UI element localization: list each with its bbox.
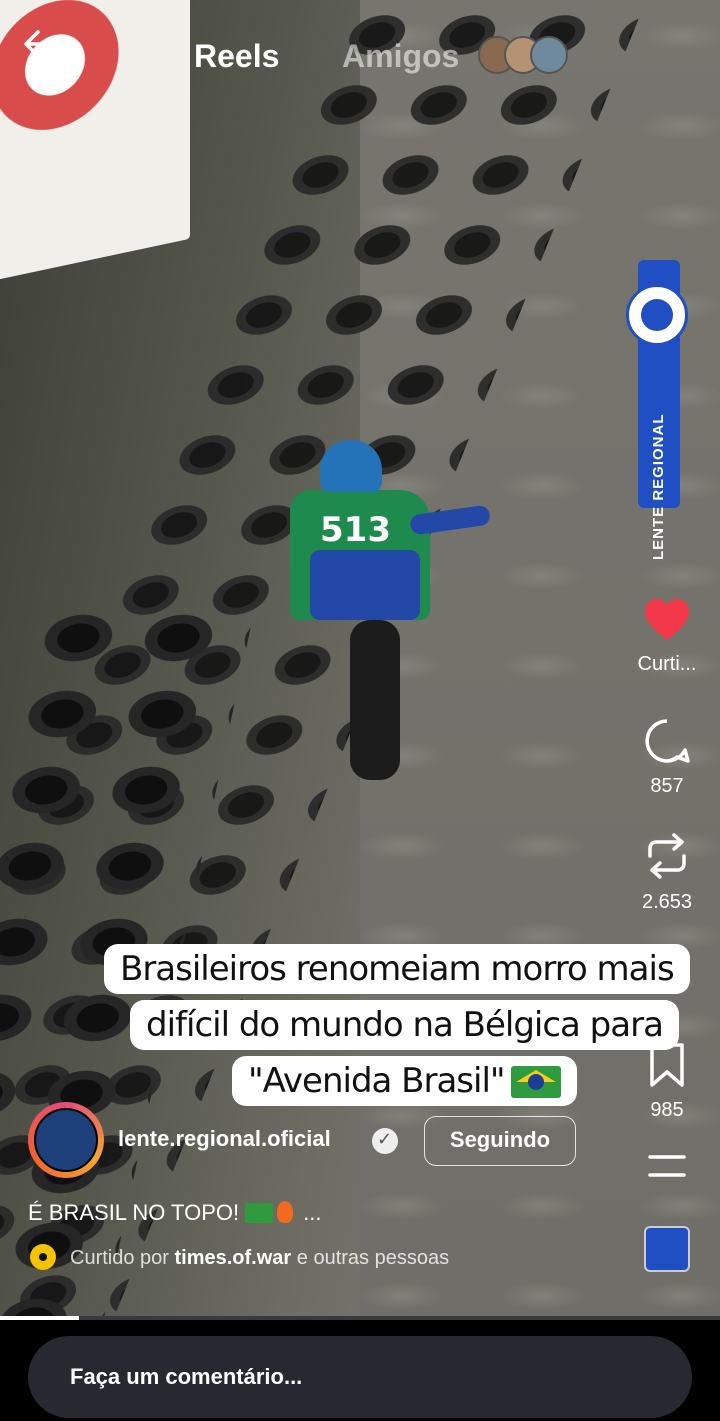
jersey-number: 513 [320, 510, 391, 550]
liked-by-prefix: Curtido por [70, 1247, 169, 1269]
motorcycle [350, 620, 400, 780]
comment-input[interactable] [28, 1336, 692, 1418]
comment-button[interactable]: 857 [622, 718, 712, 798]
comment-bar [0, 1320, 720, 1421]
friend-avatar [530, 36, 568, 74]
brazil-flag-icon [510, 1066, 561, 1098]
channel-watermark-text-wrap: LENTE REGIONAL [622, 360, 696, 560]
liked-by-row[interactable]: Curtido por times.of.war e outras pessoa… [30, 1244, 449, 1270]
rider-helmet [320, 440, 382, 492]
back-button[interactable] [22, 28, 62, 60]
like-label: Curti... [637, 653, 697, 675]
more-icon [648, 1155, 686, 1177]
post-description[interactable]: É BRASIL NO TOPO!... [28, 1200, 321, 1226]
fire-icon [277, 1201, 294, 1223]
like-button[interactable]: Curti... [622, 598, 712, 676]
verified-badge-icon [372, 1128, 398, 1154]
audio-thumbnail[interactable] [644, 1226, 690, 1272]
author-username[interactable]: lente.regional.oficial [118, 1126, 331, 1152]
arrow-left-icon [24, 30, 62, 58]
liked-by-suffix: e outras pessoas [296, 1247, 450, 1269]
wolf-logo-icon [626, 284, 688, 346]
caption-line-text: "Avenida Brasil" [248, 1061, 506, 1101]
rider-jersey-lower [310, 550, 420, 620]
caption-line: Brasileiros renomeiam morro mais [104, 944, 690, 994]
following-button[interactable]: Seguindo [424, 1116, 576, 1166]
description-more[interactable]: ... [303, 1200, 321, 1225]
more-options-button[interactable] [622, 1154, 712, 1183]
comment-bubble-icon [645, 719, 690, 763]
video-caption: Brasileiros renomeiam morro mais difícil… [104, 944, 690, 1106]
motorcycle-rider: 513 [290, 440, 492, 780]
caption-line-last: "Avenida Brasil" [232, 1056, 577, 1106]
author-avatar[interactable] [28, 1102, 104, 1178]
heart-filled-icon [645, 599, 689, 640]
liked-by-user[interactable]: times.of.war [175, 1247, 292, 1269]
brazil-flag-icon [245, 1203, 274, 1223]
radioactive-icon [30, 1244, 56, 1270]
tab-amigos[interactable]: Amigos [342, 38, 459, 75]
comment-count: 857 [650, 775, 684, 797]
repost-button[interactable]: 2.653 [622, 832, 712, 914]
reel-video[interactable]: 513 [0, 0, 720, 1318]
caption-line: difícil do mundo na Bélgica para [130, 1000, 679, 1050]
top-bar: Reels Amigos [0, 0, 720, 110]
tab-reels[interactable]: Reels [194, 38, 279, 75]
repost-count: 2.653 [641, 891, 693, 913]
channel-watermark-text: LENTE REGIONAL [650, 413, 667, 560]
friends-avatars[interactable] [478, 36, 568, 74]
description-text: É BRASIL NO TOPO! [28, 1200, 240, 1225]
repost-icon [648, 833, 686, 879]
